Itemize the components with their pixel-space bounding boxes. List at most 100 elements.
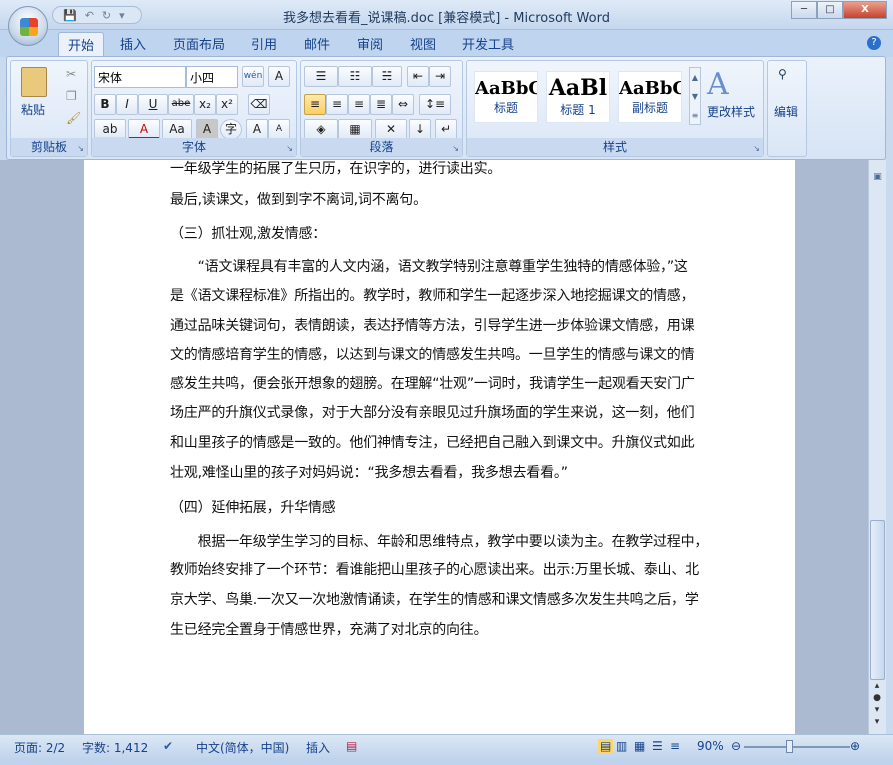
subscript-button[interactable]: x₂ bbox=[194, 94, 216, 115]
bullets-icon[interactable]: ☰ bbox=[304, 66, 338, 87]
proofing-icon[interactable]: ✔ bbox=[163, 739, 173, 753]
tab-review[interactable]: 审阅 bbox=[357, 34, 383, 53]
document-page[interactable]: 一年级学生的拓展了生只历，在识字的，进行读出实。 最后,读课文，做到到字不离词,词… bbox=[84, 160, 795, 734]
draft-view-icon[interactable]: ≡ bbox=[670, 739, 680, 753]
align-left-icon[interactable]: ≡ bbox=[304, 94, 326, 115]
character-border-button[interactable]: A bbox=[268, 66, 290, 87]
find-icon[interactable]: ⚲ bbox=[778, 67, 787, 81]
character-shading-button[interactable]: A bbox=[196, 119, 218, 140]
italic-button[interactable]: I bbox=[116, 94, 138, 115]
style-title[interactable]: AaBbC 标题 bbox=[474, 71, 538, 123]
page-count[interactable]: 页面: 2/2 bbox=[14, 739, 65, 756]
vertical-scrollbar[interactable]: ▣ ▴ ● ▾ ▾ bbox=[868, 160, 886, 734]
tab-mailings[interactable]: 邮件 bbox=[304, 34, 330, 53]
increase-indent-icon[interactable]: ⇥ bbox=[429, 66, 451, 87]
style-heading-1[interactable]: AaBl 标题 1 bbox=[546, 71, 610, 123]
tab-view[interactable]: 视图 bbox=[410, 34, 436, 53]
shading-icon[interactable]: ◈ bbox=[304, 119, 338, 140]
editing-button[interactable]: 编辑 bbox=[774, 103, 798, 120]
highlight-button[interactable]: ab bbox=[94, 119, 126, 140]
align-right-icon[interactable]: ≡ bbox=[348, 94, 370, 115]
sort-icon[interactable]: ↓ bbox=[409, 119, 431, 140]
dialog-launcher-icon[interactable]: ↘ bbox=[753, 144, 760, 153]
word-count[interactable]: 字数: 1,412 bbox=[82, 739, 148, 756]
scroll-thumb[interactable] bbox=[870, 520, 885, 680]
ribbon: 粘贴 ✂ ❐ 🖌 剪贴板 ↘ 宋体 小四 wén A B I U abe x₂ … bbox=[6, 56, 886, 160]
change-case-button[interactable]: Aa bbox=[162, 119, 192, 140]
paste-button[interactable]: 粘贴 bbox=[21, 101, 45, 118]
office-button[interactable] bbox=[8, 6, 48, 46]
distributed-icon[interactable]: ⇔ bbox=[392, 94, 414, 115]
tab-page-layout[interactable]: 页面布局 bbox=[173, 34, 225, 53]
zoom-slider[interactable] bbox=[744, 740, 850, 753]
macro-record-icon[interactable]: ▤ bbox=[346, 739, 357, 753]
copy-icon[interactable]: ❐ bbox=[66, 89, 77, 103]
paragraph-group: ☰ ☷ ☵ ⇤ ⇥ ≡ ≡ ≡ ≣ ⇔ ↕≡ ◈ ▦ ✕ ↓ ↵ 段落 ↘ bbox=[300, 60, 463, 157]
style-preview: AaBbC bbox=[475, 78, 537, 99]
zoom-in-icon[interactable]: ⊕ bbox=[850, 739, 860, 753]
tab-home[interactable]: 开始 bbox=[58, 32, 105, 57]
enclose-characters-button[interactable]: 字 bbox=[220, 119, 242, 140]
dialog-launcher-icon[interactable]: ↘ bbox=[77, 144, 84, 153]
multilevel-list-icon[interactable]: ☵ bbox=[372, 66, 402, 87]
outline-view-icon[interactable]: ☰ bbox=[652, 739, 663, 753]
zoom-out-icon[interactable]: ⊖ bbox=[731, 739, 741, 753]
shrink-font-button[interactable]: A bbox=[268, 119, 290, 140]
dialog-launcher-icon[interactable]: ↘ bbox=[286, 144, 293, 153]
justify-icon[interactable]: ≣ bbox=[370, 94, 392, 115]
document-text-line: 和山里孩子的情感是一致的。他们神情专注，已经把自己融入到课文中。升旗仪式如此 bbox=[170, 435, 695, 451]
full-screen-reading-icon[interactable]: ▥ bbox=[616, 739, 627, 753]
line-spacing-icon[interactable]: ↕≡ bbox=[419, 94, 451, 115]
strikethrough-button[interactable]: abe bbox=[168, 94, 194, 115]
font-color-button[interactable]: A bbox=[128, 119, 160, 140]
styles-scroll[interactable]: ▲ ▼ ≡ bbox=[689, 67, 701, 125]
font-size-select[interactable]: 小四 bbox=[186, 66, 238, 88]
zoom-slider-thumb[interactable] bbox=[786, 740, 793, 753]
maximize-button[interactable]: □ bbox=[817, 1, 843, 19]
tab-developer[interactable]: 开发工具 bbox=[462, 34, 514, 53]
minimize-button[interactable]: ─ bbox=[791, 1, 817, 19]
dialog-launcher-icon[interactable]: ↘ bbox=[452, 144, 459, 153]
cut-icon[interactable]: ✂ bbox=[66, 67, 76, 81]
document-text-line: 是《语文课程标准》所指出的。教学时，教师和学生一起逐步深入地挖掘课文的情感， bbox=[170, 288, 695, 304]
font-name-select[interactable]: 宋体 bbox=[94, 66, 186, 88]
tab-references[interactable]: 引用 bbox=[251, 34, 277, 53]
print-layout-view-icon[interactable]: ▤ bbox=[598, 739, 614, 753]
bold-button[interactable]: B bbox=[94, 94, 116, 115]
change-styles-icon[interactable]: A bbox=[707, 67, 729, 102]
show-formatting-icon[interactable]: ↵ bbox=[435, 119, 457, 140]
change-styles-button[interactable]: 更改样式 bbox=[707, 103, 755, 120]
style-subtitle[interactable]: AaBbC 副标题 bbox=[618, 71, 682, 123]
ruler-toggle-icon[interactable]: ▣ bbox=[869, 172, 886, 182]
decrease-indent-icon[interactable]: ⇤ bbox=[407, 66, 429, 87]
format-painter-icon[interactable]: 🖌 bbox=[66, 111, 81, 125]
document-area: 一年级学生的拓展了生只历，在识字的，进行读出实。 最后,读课文，做到到字不离词,词… bbox=[0, 160, 868, 734]
browse-buttons[interactable]: ▴ ● ▾ ▾ bbox=[869, 680, 885, 728]
web-layout-icon[interactable]: ▦ bbox=[634, 739, 645, 753]
align-center-icon[interactable]: ≡ bbox=[326, 94, 348, 115]
document-text-line: 最后,读课文，做到到字不离词,词不离句。 bbox=[170, 192, 427, 208]
numbering-icon[interactable]: ☷ bbox=[338, 66, 372, 87]
tab-insert[interactable]: 插入 bbox=[120, 34, 146, 53]
asian-layout-icon[interactable]: ✕ bbox=[375, 119, 407, 140]
close-button[interactable]: X bbox=[843, 1, 887, 19]
style-name: 标题 bbox=[493, 101, 518, 115]
help-icon[interactable]: ? bbox=[867, 36, 881, 50]
zoom-level[interactable]: 90% bbox=[697, 739, 724, 753]
ribbon-tabs: 开始 插入 页面布局 引用 邮件 审阅 视图 开发工具 ? bbox=[0, 30, 893, 57]
borders-icon[interactable]: ▦ bbox=[338, 119, 372, 140]
document-text-line: 文的情感培育学生的情感，以达到与课文的情感发生共鸣。一旦学生的情感与课文的情 bbox=[170, 347, 695, 363]
superscript-button[interactable]: x² bbox=[216, 94, 238, 115]
clear-formatting-icon[interactable]: ⌫ bbox=[248, 94, 270, 115]
language-status[interactable]: 中文(简体，中国) bbox=[196, 739, 289, 756]
phonetic-guide-button[interactable]: wén bbox=[242, 66, 264, 87]
underline-button[interactable]: U bbox=[138, 94, 168, 115]
styles-group: AaBbC 标题 AaBl 标题 1 AaBbC 副标题 ▲ ▼ ≡ A 更改样式 样式 … bbox=[466, 60, 764, 157]
grow-font-button[interactable]: A bbox=[246, 119, 268, 140]
paste-icon[interactable] bbox=[21, 67, 47, 97]
insert-mode[interactable]: 插入 bbox=[306, 739, 330, 756]
style-preview: AaBl bbox=[548, 75, 608, 101]
clipboard-group-label: 剪贴板 bbox=[11, 138, 87, 156]
style-name: 副标题 bbox=[631, 101, 668, 115]
window-title: 我多想去看看_说课稿.doc [兼容模式] - Microsoft Word bbox=[283, 11, 610, 26]
